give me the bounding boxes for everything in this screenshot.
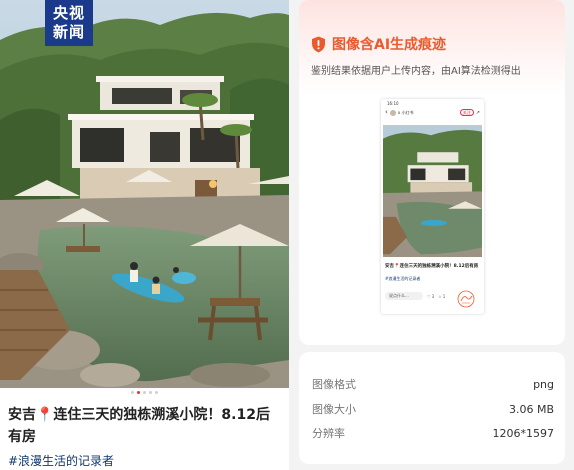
post-photo[interactable]: 央视 新闻 — [0, 0, 289, 388]
avatar — [389, 109, 396, 116]
thumb-comment-box: 说点什么... — [385, 292, 423, 300]
thumb-photo — [383, 125, 482, 257]
ai-stamp-icon — [457, 290, 475, 308]
thumb-like-stat: ♡ 3 — [427, 294, 434, 299]
logo-line-1: 央视 — [52, 4, 85, 22]
carousel-indicator — [0, 391, 289, 397]
share-icon: ↗ — [475, 109, 480, 116]
carousel-dot[interactable] — [155, 391, 158, 394]
thumb-author: x 小红书 — [397, 109, 414, 115]
image-info-card: 图像格式 png 图像大小 3.06 MB 分辨率 1206*1597 — [299, 352, 565, 464]
cctv-news-logo: 央视 新闻 — [45, 0, 93, 46]
resort-scene-image — [0, 0, 289, 388]
post-title: 安吉📍连住三天的独栋溯溪小院！8.12后有房 — [8, 407, 270, 445]
thumb-star-stat: ☆ 1 — [438, 294, 445, 299]
carousel-dot[interactable] — [143, 391, 146, 394]
image-resolution-row: 分辨率 1206*1597 — [312, 423, 554, 443]
shield-warning-icon — [312, 36, 325, 52]
image-format-row: 图像格式 png — [312, 374, 554, 394]
thumb-status-time: 16:10 — [387, 101, 399, 106]
thumb-like-count: 3 — [431, 293, 435, 299]
thumb-header: ‹ x 小红书 关注 ↗ — [385, 108, 480, 117]
thumb-post-hashtag: #浪漫生活的记录者 — [385, 276, 421, 281]
back-arrow-icon: ‹ — [385, 108, 388, 116]
image-size-row: 图像大小 3.06 MB — [312, 399, 554, 419]
thumb-post-title: 安吉📍连住三天的独栋溯溪小院！8.12后有房 — [385, 264, 479, 269]
logo-line-2: 新闻 — [52, 23, 85, 41]
post-hashtag[interactable]: #浪漫生活的记录者 — [8, 452, 114, 470]
detection-result-header: 图像含AI生成痕迹 — [311, 34, 446, 54]
post-panel: 央视 新闻 安吉📍连住三天的独栋溯溪小院！8.12后有房 #浪漫生活的记录者 — [0, 0, 289, 470]
image-format-label: 图像格式 — [312, 378, 356, 391]
thumb-scene-image — [383, 125, 482, 257]
thumb-star-count: 1 — [442, 293, 446, 299]
thumb-follow-button: 关注 — [459, 109, 474, 116]
image-size-label: 图像大小 — [312, 403, 356, 416]
carousel-dot[interactable] — [149, 391, 152, 394]
heart-icon: ♡ — [427, 293, 431, 299]
detection-result-title: 图像含AI生成痕迹 — [332, 37, 447, 53]
image-resolution-label: 分辨率 — [312, 427, 345, 440]
image-format-value: png — [533, 377, 554, 391]
carousel-dot[interactable] — [131, 391, 134, 394]
carousel-dot-active[interactable] — [137, 391, 140, 394]
image-resolution-value: 1206*1597 — [492, 426, 555, 440]
screen: 央视 新闻 安吉📍连住三天的独栋溯溪小院！8.12后有房 #浪漫生活的记录者 图… — [0, 0, 574, 470]
star-icon: ☆ — [438, 293, 442, 299]
image-size-value: 3.06 MB — [508, 402, 554, 416]
ai-detection-panel: 图像含AI生成痕迹 鉴别结果依据用户上传内容，由AI算法检测得出 16:10 ‹… — [299, 0, 565, 345]
uploaded-screenshot-thumbnail[interactable]: 16:10 ‹ x 小红书 关注 ↗ 安吉📍连住三天的独栋溯溪小院！8.12后有… — [381, 99, 484, 314]
detection-description: 鉴别结果依据用户上传内容，由AI算法检测得出 — [311, 66, 521, 77]
